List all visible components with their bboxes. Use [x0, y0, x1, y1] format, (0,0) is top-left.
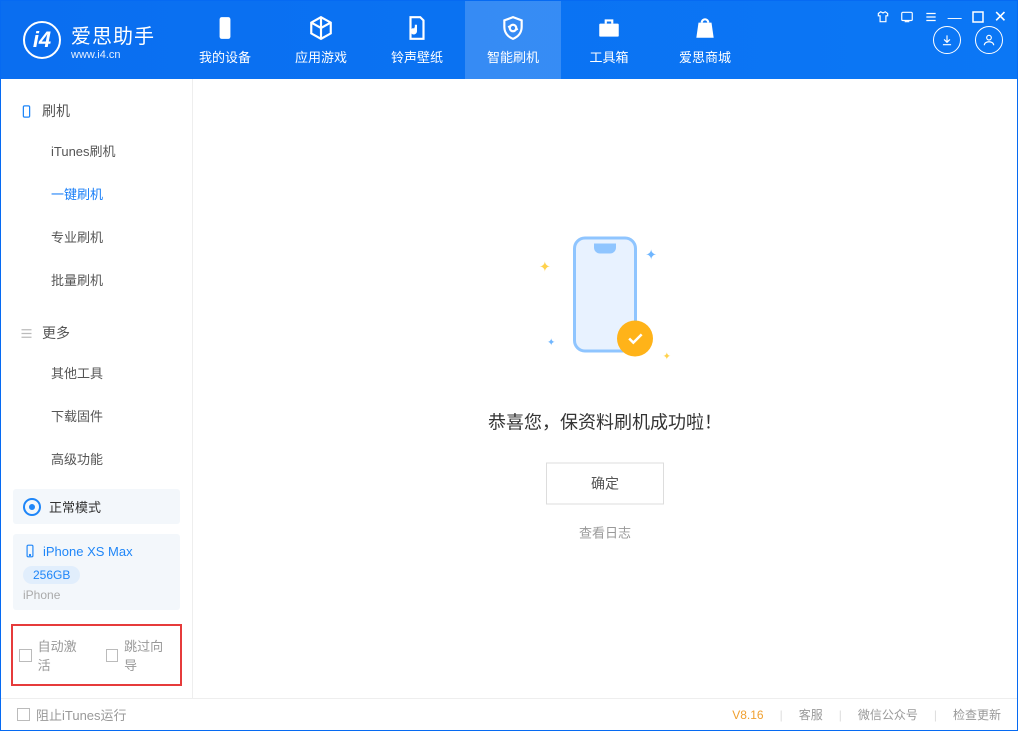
- close-button[interactable]: ✕: [994, 7, 1007, 27]
- view-log-link[interactable]: 查看日志: [488, 522, 722, 541]
- checkbox-icon: [17, 708, 30, 721]
- spacer: [1, 480, 192, 483]
- check-badge-icon: [617, 320, 653, 356]
- bag-icon: [692, 15, 718, 41]
- brand-name: 爱思助手: [71, 20, 155, 49]
- minimize-button[interactable]: —: [948, 9, 962, 25]
- sidebar-group-more: 更多 其他工具 下载固件 高级功能: [1, 301, 192, 480]
- sidebar-group-head: 更多: [1, 315, 192, 351]
- success-illustration: ✦ ✦ ✦ ✦: [525, 236, 685, 386]
- separator: |: [934, 708, 937, 722]
- device-storage: 256GB: [23, 566, 80, 584]
- footer-link-update[interactable]: 检查更新: [953, 706, 1001, 723]
- checkbox-auto-activate[interactable]: 自动激活: [19, 636, 88, 674]
- main-content: ✦ ✦ ✦ ✦ 恭喜您，保资料刷机成功啦！ 确定 查看日志: [193, 79, 1017, 698]
- device-icon: [19, 104, 34, 119]
- logo-area: i4 爱思助手 www.i4.cn: [1, 20, 177, 61]
- user-icon: [982, 33, 996, 47]
- sidebar-item-batch-flash[interactable]: 批量刷机: [1, 258, 192, 301]
- nav-tab-label: 工具箱: [589, 47, 628, 66]
- nav-tab-toolbox[interactable]: 工具箱: [561, 1, 657, 79]
- footer-link-support[interactable]: 客服: [799, 706, 823, 723]
- status-dot-icon: [23, 498, 41, 516]
- checkbox-icon: [106, 649, 119, 662]
- sidebar-item-other-tools[interactable]: 其他工具: [1, 351, 192, 394]
- sidebar-item-advanced[interactable]: 高级功能: [1, 437, 192, 480]
- window-controls: — ✕: [876, 7, 1007, 27]
- music-file-icon: [404, 15, 430, 41]
- device-mode-label: 正常模式: [49, 497, 101, 516]
- sidebar-item-download-firmware[interactable]: 下载固件: [1, 394, 192, 437]
- checkbox-label: 阻止iTunes运行: [36, 705, 127, 724]
- nav-tab-label: 智能刷机: [487, 47, 539, 66]
- sidebar-item-oneclick-flash[interactable]: 一键刷机: [1, 172, 192, 215]
- list-icon: [19, 326, 34, 341]
- logo-text: 爱思助手 www.i4.cn: [71, 20, 155, 61]
- footer-link-wechat[interactable]: 微信公众号: [858, 706, 918, 723]
- sparkle-icon: ✦: [663, 351, 671, 362]
- sidebar-item-pro-flash[interactable]: 专业刷机: [1, 215, 192, 258]
- device-name: iPhone XS Max: [23, 542, 170, 560]
- nav-tab-ringtones[interactable]: 铃声壁纸: [369, 1, 465, 79]
- sidebar-group-title: 刷机: [42, 101, 70, 121]
- nav-tab-flash[interactable]: 智能刷机: [465, 1, 561, 79]
- options-highlight: 自动激活 跳过向导: [11, 624, 182, 686]
- body: 刷机 iTunes刷机 一键刷机 专业刷机 批量刷机 更多 其他工具 下载固件 …: [1, 79, 1017, 698]
- briefcase-icon: [596, 15, 622, 41]
- nav-tabs: 我的设备 应用游戏 铃声壁纸 智能刷机 工具箱 爱思商城: [177, 1, 753, 79]
- header: — ✕ i4 爱思助手 www.i4.cn 我的设备 应用游戏 铃声壁纸: [1, 1, 1017, 79]
- device-mode-box[interactable]: 正常模式: [13, 489, 180, 524]
- footer: 阻止iTunes运行 V8.16 | 客服 | 微信公众号 | 检查更新: [1, 698, 1017, 730]
- sidebar-group-head: 刷机: [1, 93, 192, 129]
- cube-icon: [308, 15, 334, 41]
- ok-button[interactable]: 确定: [546, 462, 664, 504]
- separator: |: [839, 708, 842, 722]
- version-label: V8.16: [732, 708, 763, 722]
- checkbox-label: 自动激活: [38, 636, 88, 674]
- download-button[interactable]: [933, 26, 961, 54]
- nav-tab-store[interactable]: 爱思商城: [657, 1, 753, 79]
- sparkle-icon: ✦: [539, 258, 551, 275]
- brand-url: www.i4.cn: [71, 49, 155, 61]
- phone-icon: [212, 15, 238, 41]
- phone-outline-icon: [23, 542, 37, 560]
- nav-tab-label: 我的设备: [199, 47, 251, 66]
- sidebar-group-flash: 刷机 iTunes刷机 一键刷机 专业刷机 批量刷机: [1, 79, 192, 301]
- maximize-button[interactable]: [972, 11, 984, 23]
- shield-refresh-icon: [500, 15, 526, 41]
- nav-tab-device[interactable]: 我的设备: [177, 1, 273, 79]
- device-type: iPhone: [23, 588, 170, 602]
- nav-tab-label: 应用游戏: [295, 47, 347, 66]
- footer-right: V8.16 | 客服 | 微信公众号 | 检查更新: [732, 706, 1001, 723]
- account-button[interactable]: [975, 26, 1003, 54]
- checkbox-skip-guide[interactable]: 跳过向导: [106, 636, 175, 674]
- feedback-icon[interactable]: [900, 10, 914, 24]
- nav-tab-label: 铃声壁纸: [391, 47, 443, 66]
- sidebar-group-title: 更多: [42, 323, 70, 343]
- download-icon: [940, 33, 954, 47]
- sparkle-icon: ✦: [547, 337, 555, 348]
- success-panel: ✦ ✦ ✦ ✦ 恭喜您，保资料刷机成功啦！ 确定 查看日志: [488, 236, 722, 541]
- sidebar: 刷机 iTunes刷机 一键刷机 专业刷机 批量刷机 更多 其他工具 下载固件 …: [1, 79, 193, 698]
- nav-tab-apps[interactable]: 应用游戏: [273, 1, 369, 79]
- separator: |: [780, 708, 783, 722]
- nav-tab-label: 爱思商城: [679, 47, 731, 66]
- device-info-box[interactable]: iPhone XS Max 256GB iPhone: [13, 534, 180, 610]
- menu-icon[interactable]: [924, 10, 938, 24]
- header-right: [933, 26, 1003, 54]
- checkbox-label: 跳过向导: [124, 636, 174, 674]
- checkbox-icon: [19, 649, 32, 662]
- sidebar-item-itunes-flash[interactable]: iTunes刷机: [1, 129, 192, 172]
- checkbox-block-itunes[interactable]: 阻止iTunes运行: [17, 705, 127, 724]
- app-window: — ✕ i4 爱思助手 www.i4.cn 我的设备 应用游戏 铃声壁纸: [0, 0, 1018, 731]
- logo-icon: i4: [23, 21, 61, 59]
- sparkle-icon: ✦: [645, 246, 657, 263]
- success-message: 恭喜您，保资料刷机成功啦！: [488, 408, 722, 434]
- shirt-icon[interactable]: [876, 10, 890, 24]
